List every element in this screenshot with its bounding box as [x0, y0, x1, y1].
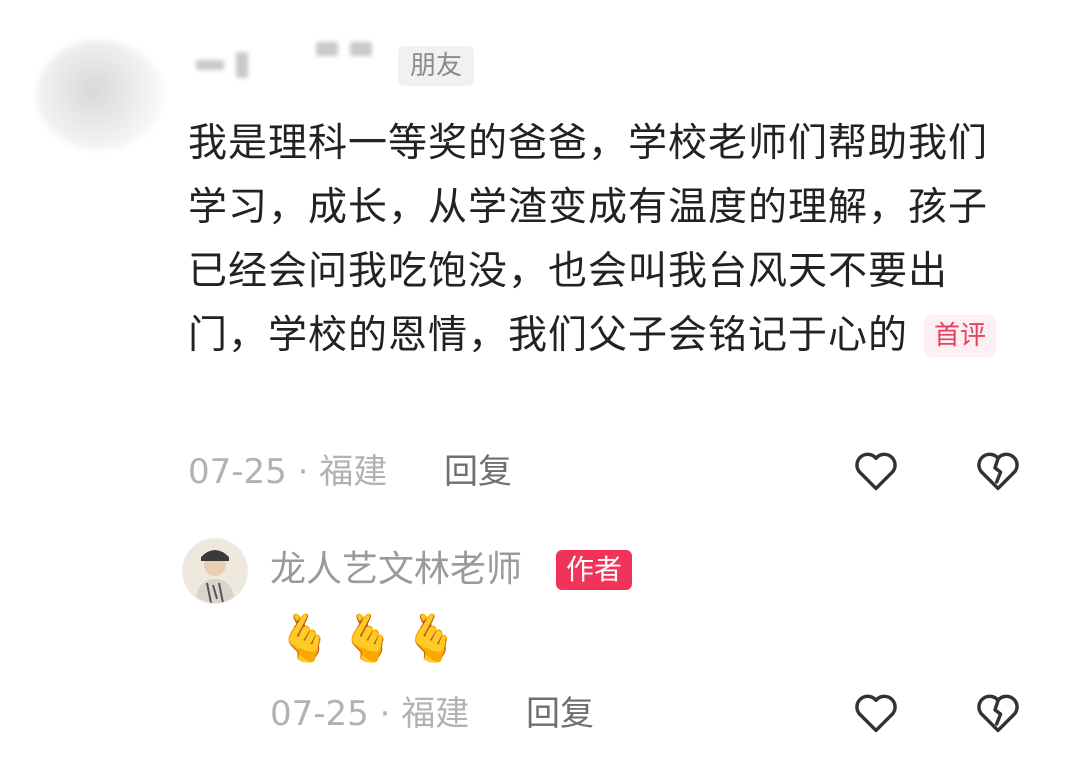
comment-reply-button[interactable]: 回复	[444, 452, 512, 492]
author-badge: 作者	[556, 550, 633, 590]
friend-badge: 朋友	[398, 46, 475, 86]
author-avatar-image	[183, 539, 247, 603]
reply-date: 07-25	[270, 694, 369, 734]
commenter-avatar[interactable]	[36, 40, 164, 150]
comment-body: 我是理科一等奖的爸爸，学校老师们帮助我们学习，成长，从学渣变成有温度的理解，孩子…	[188, 112, 1018, 368]
heart-outline-icon[interactable]	[850, 686, 902, 738]
comment-text: 我是理科一等奖的爸爸，学校老师们帮助我们学习，成长，从学渣变成有温度的理解，孩子…	[188, 121, 989, 358]
commenter-name-blurred[interactable]	[196, 42, 386, 78]
reply-location: 福建	[401, 694, 470, 734]
broken-heart-icon[interactable]	[972, 444, 1024, 496]
broken-heart-icon[interactable]	[972, 686, 1024, 738]
meta-separator: ·	[286, 452, 320, 492]
meta-separator: ·	[368, 694, 402, 734]
author-name[interactable]: 龙人艺文林老师	[270, 548, 522, 592]
heart-outline-icon[interactable]	[850, 444, 902, 496]
reply-reply-button[interactable]: 回复	[526, 694, 594, 734]
author-avatar[interactable]	[182, 538, 248, 604]
reply-emoji-text: 🫰🫰🫰	[276, 611, 466, 665]
first-comment-badge: 首评	[924, 315, 997, 357]
reply-meta: 07-25 · 福建	[270, 694, 469, 734]
comment-location: 福建	[319, 452, 388, 492]
comment-meta: 07-25 · 福建	[188, 452, 387, 492]
comment-date: 07-25	[188, 452, 287, 492]
